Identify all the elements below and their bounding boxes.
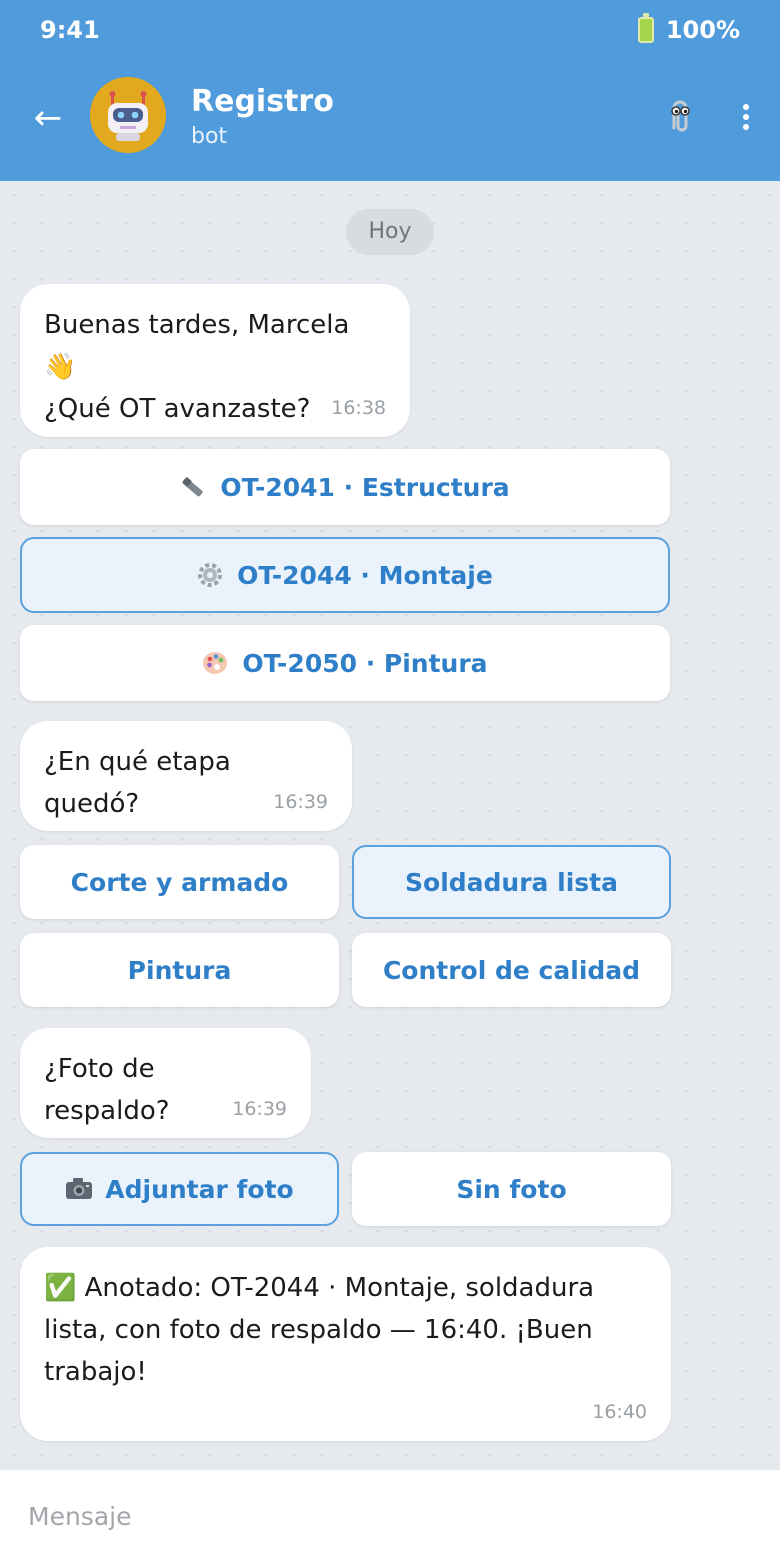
message-time: 16:38 bbox=[331, 397, 386, 419]
robot-icon bbox=[90, 77, 166, 153]
date-separator: Hoy bbox=[346, 209, 434, 255]
message-text: ✅ Anotado: OT-2044 · Montaje, soldadura … bbox=[44, 1273, 595, 1387]
status-right: 100% bbox=[637, 13, 740, 44]
back-arrow-icon[interactable]: ← bbox=[28, 96, 68, 140]
keyboard-button-label: OT-2044 · Montaje bbox=[237, 560, 493, 590]
bot-message: ¿Foto de respaldo? 16:39 bbox=[20, 1028, 311, 1138]
keyboard-button-ot-2041[interactable]: OT-2041 · Estructura bbox=[20, 449, 670, 525]
chat-subtitle: bot bbox=[191, 124, 228, 149]
camera-icon bbox=[65, 1176, 93, 1202]
message-list[interactable]: Hoy Buenas tardes, Marcela 👋 ¿Qué OT ava… bbox=[0, 181, 780, 1469]
more-options-icon[interactable] bbox=[734, 100, 758, 134]
battery-level: 100% bbox=[665, 16, 740, 44]
keyboard-button-corte[interactable]: Corte y armado bbox=[20, 845, 339, 919]
keyboard-button-ot-2044[interactable]: OT-2044 · Montaje bbox=[20, 537, 670, 613]
keyboard-button-soldadura[interactable]: Soldadura lista bbox=[352, 845, 671, 919]
keyboard-button-adjuntar-foto[interactable]: Adjuntar foto bbox=[20, 1152, 339, 1226]
message-time: 16:39 bbox=[232, 1098, 287, 1120]
battery-icon bbox=[637, 13, 654, 43]
keyboard-button-label: Adjuntar foto bbox=[105, 1174, 294, 1204]
chat-screen: 9:41 100% ← Registro bot Hoy Buenas tard… bbox=[0, 0, 780, 1560]
bot-message: ✅ Anotado: OT-2044 · Montaje, soldadura … bbox=[20, 1247, 671, 1441]
keyboard-button-label: Control de calidad bbox=[382, 955, 641, 985]
bot-message: ¿En qué etapa quedó? 16:39 bbox=[20, 721, 352, 831]
keyboard-button-label: Corte y armado bbox=[70, 867, 289, 897]
gear-icon bbox=[197, 562, 223, 588]
chat-title: Registro bbox=[191, 84, 334, 119]
keyboard-button-label: Sin foto bbox=[456, 1174, 567, 1204]
keyboard-button-pintura[interactable]: Pintura bbox=[20, 933, 339, 1007]
bot-avatar[interactable] bbox=[90, 77, 166, 153]
message-time: 16:39 bbox=[273, 791, 328, 813]
bot-message: Buenas tardes, Marcela 👋 ¿Qué OT avanzas… bbox=[20, 284, 410, 437]
keyboard-button-sin-foto[interactable]: Sin foto bbox=[352, 1152, 671, 1226]
wrench-icon bbox=[180, 474, 206, 500]
keyboard-button-label: OT-2041 · Estructura bbox=[220, 472, 510, 502]
keyboard-button-label: OT-2050 · Pintura bbox=[242, 648, 488, 678]
keyboard-button-ot-2050[interactable]: OT-2050 · Pintura bbox=[20, 625, 670, 701]
message-time: 16:40 bbox=[592, 1401, 647, 1423]
keyboard-button-label: Pintura bbox=[127, 955, 232, 985]
keyboard-button-control-calidad[interactable]: Control de calidad bbox=[352, 933, 671, 1007]
composer-bar bbox=[0, 1469, 780, 1560]
status-time: 9:41 bbox=[40, 16, 100, 44]
palette-icon bbox=[202, 650, 228, 676]
chat-header: 9:41 100% ← Registro bot bbox=[0, 0, 780, 181]
paperclip-icon[interactable] bbox=[664, 98, 696, 138]
keyboard-button-label: Soldadura lista bbox=[405, 867, 618, 897]
message-input[interactable] bbox=[28, 1492, 748, 1540]
